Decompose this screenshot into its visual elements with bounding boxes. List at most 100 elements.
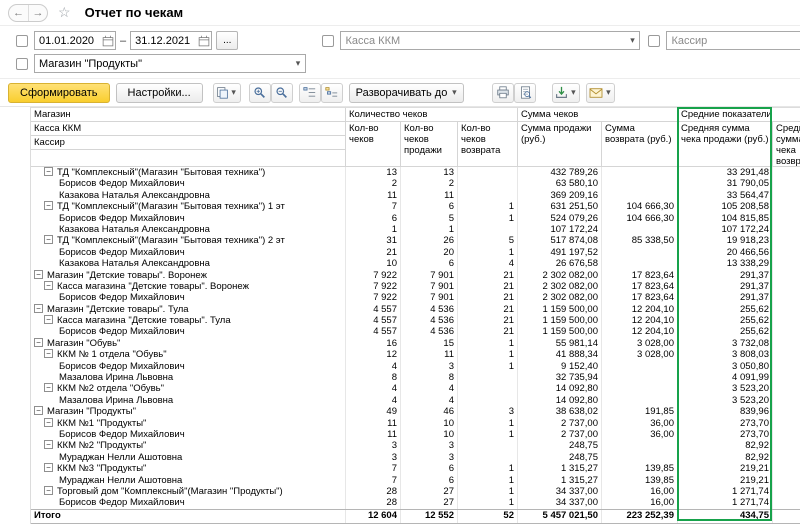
magazin-select[interactable]: Магазин "Продукты" ▾ xyxy=(34,54,306,73)
collapse-group-button[interactable]: − xyxy=(44,167,53,176)
table-row[interactable]: −ККМ № 1 отдела "Обувь"1211141 888,343 0… xyxy=(31,349,800,360)
collapse-group-button[interactable]: − xyxy=(44,201,53,210)
kassa-select[interactable]: Касса ККМ ▾ xyxy=(340,31,640,50)
zoom-in-button[interactable] xyxy=(249,83,271,103)
row-header-kassir[interactable]: Кассир xyxy=(31,136,346,150)
collapse-group-button[interactable]: − xyxy=(44,315,53,324)
cell-value xyxy=(773,213,800,224)
table-row[interactable]: −ТД "Комплексный"(Магазин "Бытовая техни… xyxy=(31,167,800,178)
period-to-input[interactable]: 31.12.2021 xyxy=(130,31,212,50)
collapse-group-button[interactable]: − xyxy=(44,463,53,472)
chevron-down-icon[interactable]: ▾ xyxy=(291,58,305,69)
table-row[interactable]: −ККМ №3 "Продукты"7611 315,27139,85219,2… xyxy=(31,463,800,474)
col-sum-returns[interactable]: Сумма возврата (руб.) xyxy=(602,122,678,167)
table-row[interactable]: Борисов Федор Михайлович4319 152,403 050… xyxy=(31,361,800,372)
col-avg-return[interactable]: Средняя сумма чека возврата (руб.) xyxy=(773,122,800,167)
kassir-checkbox[interactable] xyxy=(648,35,660,47)
collapse-group-button[interactable]: − xyxy=(44,383,53,392)
collapse-group-button[interactable]: − xyxy=(34,304,43,313)
cell-value xyxy=(602,383,678,394)
table-row[interactable]: Борисов Федор Михайлович4 5574 536211 15… xyxy=(31,326,800,337)
export-button[interactable]: ▾ xyxy=(552,83,580,103)
group-quantity[interactable]: Количество чеков xyxy=(346,108,518,122)
collapse-group-button[interactable]: − xyxy=(34,338,43,347)
table-row[interactable]: Борисов Федор Михайлович21201491 197,522… xyxy=(31,247,800,258)
kassa-checkbox[interactable] xyxy=(322,35,334,47)
zoom-out-button[interactable] xyxy=(271,83,293,103)
generate-button[interactable]: Сформировать xyxy=(8,83,110,103)
collapse-group-button[interactable]: − xyxy=(44,349,53,358)
table-row[interactable]: −Касса магазина "Детские товары". Вороне… xyxy=(31,281,800,292)
period-checkbox[interactable] xyxy=(16,35,28,47)
collapse-group-button[interactable]: − xyxy=(44,486,53,495)
table-row[interactable]: −ККМ №1 "Продукты"111012 737,0036,00273,… xyxy=(31,418,800,429)
table-row[interactable]: −Магазин "Детские товары". Тула4 5574 53… xyxy=(31,304,800,315)
cell-value: 1 xyxy=(458,418,518,429)
table-row[interactable]: Мураджан Нелли Ашотовна33248,7582,92 xyxy=(31,452,800,463)
table-row[interactable]: Борисов Федор Михайлович2263 580,1031 79… xyxy=(31,178,800,189)
table-row[interactable]: −ТД "Комплексный"(Магазин "Бытовая техни… xyxy=(31,235,800,246)
period-more-button[interactable]: ... xyxy=(216,31,238,50)
table-row[interactable]: Мураджан Нелли Ашотовна7611 315,27139,85… xyxy=(31,475,800,486)
collapse-group-button[interactable]: − xyxy=(44,440,53,449)
table-row[interactable]: −Касса магазина "Детские товары". Тула4 … xyxy=(31,315,800,326)
report-variants-button[interactable]: ▾ xyxy=(213,83,241,103)
kassir-select[interactable]: Кассир ▾ xyxy=(666,31,800,50)
table-row[interactable]: Борисов Федор Михайлович7 9227 901212 30… xyxy=(31,292,800,303)
favorite-star-icon[interactable]: ☆ xyxy=(58,4,71,21)
table-row[interactable]: −Магазин "Детские товары". Воронеж7 9227… xyxy=(31,270,800,281)
table-row[interactable]: −Магазин "Обувь"1615155 981,143 028,003 … xyxy=(31,338,800,349)
cell-value xyxy=(773,224,800,235)
calendar-icon[interactable] xyxy=(196,35,211,47)
settings-button[interactable]: Настройки... xyxy=(116,83,203,103)
row-header-kassa[interactable]: Касса ККМ xyxy=(31,122,346,136)
col-sum-sales[interactable]: Сумма продажи (руб.) xyxy=(518,122,602,167)
print-preview-button[interactable] xyxy=(514,83,536,103)
table-row[interactable]: Казакова Наталья Александровна1111369 20… xyxy=(31,190,800,201)
magazin-checkbox[interactable] xyxy=(16,58,28,70)
collapse-group-button[interactable]: − xyxy=(34,270,43,279)
table-row[interactable]: −ТД "Комплексный"(Магазин "Бытовая техни… xyxy=(31,201,800,212)
table-row[interactable]: Борисов Федор Михайлович111012 737,0036,… xyxy=(31,429,800,440)
collapse-groups-button[interactable] xyxy=(299,83,321,103)
group-sums[interactable]: Сумма чеков xyxy=(518,108,678,122)
col-count-returns[interactable]: Кол-во чеков возврата xyxy=(458,122,518,167)
expand-to-select[interactable]: Разворачивать до ▾ xyxy=(349,83,465,103)
table-row[interactable]: −ККМ №2 отдела "Обувь"4414 092,803 523,2… xyxy=(31,383,800,394)
expand-groups-button[interactable] xyxy=(321,83,343,103)
table-row[interactable]: Казакова Наталья Александровна106426 676… xyxy=(31,258,800,269)
table-row[interactable]: −ККМ №2 "Продукты"33248,7582,92 xyxy=(31,440,800,451)
collapse-group-button[interactable]: − xyxy=(34,406,43,415)
cell-value: 12 204,10 xyxy=(602,315,678,326)
cell-value: 517 874,08 xyxy=(518,235,602,246)
table-row[interactable]: Мазалова Ирина Львовна4414 092,803 523,2… xyxy=(31,395,800,406)
col-count-sales[interactable]: Кол-во чеков продажи xyxy=(401,122,458,167)
row-header-magazin[interactable]: Магазин xyxy=(31,108,346,122)
cell-value xyxy=(773,315,800,326)
cell-value: 21 xyxy=(458,326,518,337)
table-row[interactable]: Казакова Наталья Александровна11107 172,… xyxy=(31,224,800,235)
cell-value: 13 xyxy=(346,167,401,178)
period-from-input[interactable]: 01.01.2020 xyxy=(34,31,116,50)
group-averages[interactable]: Средние показатели xyxy=(678,108,800,122)
chevron-down-icon[interactable]: ▾ xyxy=(625,35,639,46)
print-button[interactable] xyxy=(492,83,514,103)
cell-value: 3 523,20 xyxy=(678,383,773,394)
table-row[interactable]: −Магазин "Продукты"4946338 638,02191,858… xyxy=(31,406,800,417)
col-avg-sale[interactable]: Средняя сумма чека продажи (руб.) xyxy=(678,122,773,167)
table-row[interactable]: Борисов Федор Михайлович651524 079,26104… xyxy=(31,213,800,224)
table-row[interactable]: Борисов Федор Михайлович2827134 337,0016… xyxy=(31,497,800,508)
table-row[interactable]: −Торговый дом "Комплексный"(Магазин "Про… xyxy=(31,486,800,497)
back-button[interactable]: ← xyxy=(9,5,28,21)
collapse-group-button[interactable]: − xyxy=(44,281,53,290)
table-row[interactable]: Мазалова Ирина Львовна8832 735,944 091,9… xyxy=(31,372,800,383)
total-row[interactable]: Итого12 60412 552525 457 021,50223 252,3… xyxy=(31,509,800,524)
col-count[interactable]: Кол-во чеков xyxy=(346,122,401,167)
cell-value: 432 789,26 xyxy=(518,167,602,178)
collapse-group-button[interactable]: − xyxy=(44,418,53,427)
cell-value xyxy=(773,510,800,523)
email-button[interactable]: ▾ xyxy=(586,83,615,103)
forward-button[interactable]: → xyxy=(28,5,47,21)
calendar-icon[interactable] xyxy=(100,35,115,47)
collapse-group-button[interactable]: − xyxy=(44,235,53,244)
